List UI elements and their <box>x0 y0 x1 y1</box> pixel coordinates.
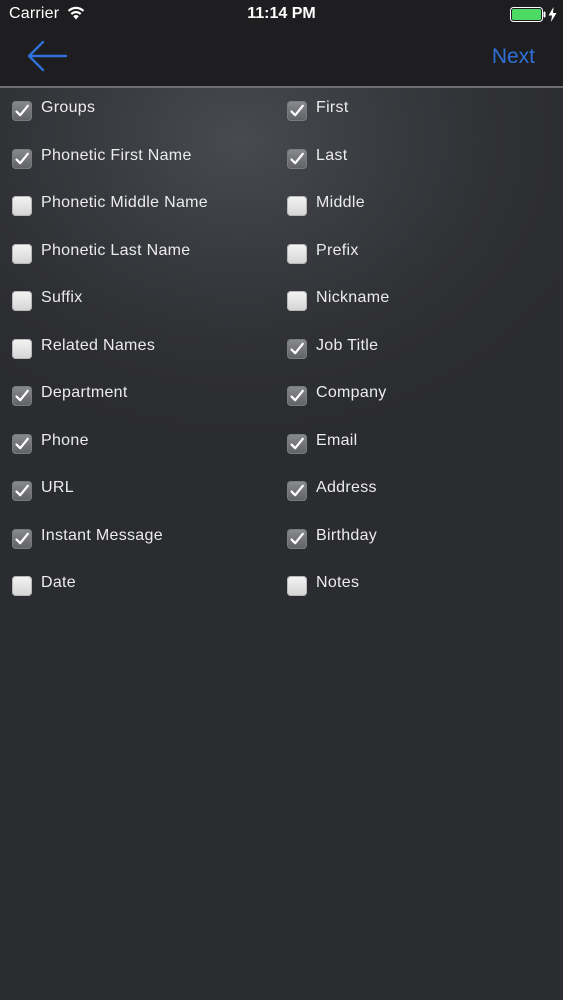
option-first[interactable]: First <box>276 87 546 134</box>
option-middle[interactable]: Middle <box>276 182 546 229</box>
next-button[interactable]: Next <box>492 45 535 69</box>
checkbox-groups[interactable] <box>12 101 32 121</box>
option-phone[interactable]: Phone <box>0 420 270 467</box>
checkmark-icon <box>15 104 29 117</box>
option-label: Suffix <box>41 289 83 306</box>
option-label: Date <box>41 574 76 591</box>
checkbox-phonetic-first-name[interactable] <box>12 148 32 169</box>
navigation-bar: Next <box>0 30 563 86</box>
option-instant-message[interactable]: Instant Message <box>0 515 270 562</box>
status-time: 11:14 PM <box>247 5 316 22</box>
option-company[interactable]: Company <box>276 372 546 419</box>
option-label: Prefix <box>316 241 359 259</box>
checkbox-last[interactable] <box>287 148 307 169</box>
option-suffix[interactable]: Suffix <box>0 277 270 324</box>
checkbox-date[interactable] <box>12 576 32 596</box>
checkmark-icon <box>290 437 304 449</box>
checkbox-job-title[interactable] <box>287 338 307 359</box>
checkmark-icon <box>290 342 304 354</box>
option-related-names[interactable]: Related Names <box>0 325 270 372</box>
checkmark-icon <box>15 484 29 497</box>
checkbox-birthday[interactable] <box>287 528 307 549</box>
option-job-title[interactable]: Job Title <box>276 325 546 372</box>
export-fields-screen: Carrier 11:14 PM Next Groups Phonetic Fi… <box>0 0 563 1000</box>
option-last[interactable]: Last <box>276 135 546 182</box>
option-label: First <box>316 99 349 116</box>
option-notes[interactable]: Notes <box>276 562 546 609</box>
option-label: Phonetic Last Name <box>41 241 191 259</box>
option-nickname[interactable]: Nickname <box>276 277 546 324</box>
option-label: Address <box>316 479 377 496</box>
option-address[interactable]: Address <box>276 467 546 514</box>
option-label: Groups <box>41 99 96 116</box>
checkmark-icon <box>15 532 29 544</box>
option-label: Department <box>41 384 128 401</box>
checkmark-icon <box>290 104 304 117</box>
option-label: Instant Message <box>41 526 163 544</box>
option-phonetic-first-name[interactable]: Phonetic First Name <box>0 135 270 182</box>
option-label: Notes <box>316 574 360 591</box>
option-label: Nickname <box>316 289 390 306</box>
option-label: Birthday <box>316 526 378 544</box>
checkbox-url[interactable] <box>12 481 32 501</box>
checkbox-middle[interactable] <box>287 196 307 216</box>
checkbox-suffix[interactable] <box>12 291 32 311</box>
checkbox-phonetic-middle-name[interactable] <box>12 196 32 216</box>
option-label: Job Title <box>316 336 379 354</box>
option-birthday[interactable]: Birthday <box>276 515 546 562</box>
option-label: Phone <box>41 431 89 449</box>
checkbox-phonetic-last-name[interactable] <box>12 243 32 264</box>
checkbox-email[interactable] <box>287 433 307 454</box>
checkbox-department[interactable] <box>12 386 32 406</box>
option-label: Company <box>316 384 387 401</box>
option-prefix[interactable]: Prefix <box>276 230 546 277</box>
checkbox-address[interactable] <box>287 481 307 501</box>
option-label: Email <box>316 431 358 449</box>
header: Carrier 11:14 PM Next <box>0 0 563 87</box>
checkbox-related-names[interactable] <box>12 338 32 359</box>
battery-icon <box>510 7 546 22</box>
option-label: Middle <box>316 194 365 211</box>
option-date[interactable]: Date <box>0 562 270 609</box>
charging-bolt-icon <box>548 7 557 22</box>
checkmark-icon <box>15 152 29 164</box>
back-arrow-icon[interactable] <box>26 38 68 74</box>
option-groups[interactable]: Groups <box>0 87 270 134</box>
checkbox-first[interactable] <box>287 101 307 121</box>
option-phonetic-last-name[interactable]: Phonetic Last Name <box>0 230 270 277</box>
option-label: Phonetic Middle Name <box>41 194 208 211</box>
option-label: Related Names <box>41 336 156 354</box>
checkmark-icon <box>15 389 29 402</box>
status-bar: Carrier 11:14 PM <box>0 0 563 30</box>
checkbox-nickname[interactable] <box>287 291 307 311</box>
checkbox-prefix[interactable] <box>287 243 307 264</box>
checkbox-company[interactable] <box>287 386 307 406</box>
option-email[interactable]: Email <box>276 420 546 467</box>
checkmark-icon <box>290 152 304 164</box>
checkbox-phone[interactable] <box>12 433 32 454</box>
checkmark-icon <box>290 484 304 497</box>
checkmark-icon <box>290 532 304 544</box>
checkmark-icon <box>15 437 29 449</box>
option-label: Last <box>316 146 348 164</box>
option-label: URL <box>41 479 74 496</box>
option-label: Phonetic First Name <box>41 146 192 164</box>
checkbox-instant-message[interactable] <box>12 528 32 549</box>
option-phonetic-middle-name[interactable]: Phonetic Middle Name <box>0 182 270 229</box>
checkbox-notes[interactable] <box>287 576 307 596</box>
option-department[interactable]: Department <box>0 372 270 419</box>
checkmark-icon <box>290 389 304 402</box>
option-url[interactable]: URL <box>0 467 270 514</box>
